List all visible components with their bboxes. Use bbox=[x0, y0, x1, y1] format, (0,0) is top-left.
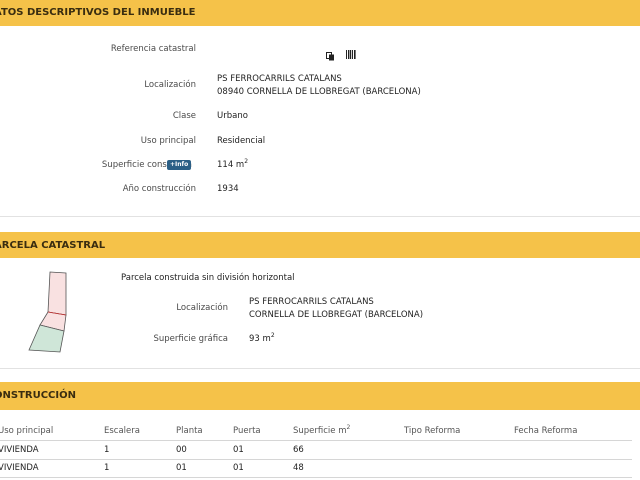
cell-escalera: 1 bbox=[104, 463, 110, 473]
table-row-divider bbox=[0, 440, 632, 441]
parcela-localizacion-label: Localización bbox=[176, 303, 228, 313]
section-title-datos: ATOS DESCRIPTIVOS DEL INMUEBLE bbox=[0, 7, 196, 18]
parcel-plan-image bbox=[20, 270, 80, 360]
cell-planta: 01 bbox=[176, 463, 187, 473]
localizacion-line1: PS FERROCARRILS CATALANS bbox=[217, 74, 342, 84]
parcela-localizacion-line2: CORNELLA DE LLOBREGAT (BARCELONA) bbox=[249, 310, 424, 320]
cell-uso: VIVIENDA bbox=[0, 445, 39, 455]
divider bbox=[0, 216, 640, 217]
localizacion-line2: 08940 CORNELLA DE LLOBREGAT (BARCELONA) bbox=[217, 87, 421, 97]
clase-value: Urbano bbox=[217, 111, 248, 121]
section-header-datos: ATOS DESCRIPTIVOS DEL INMUEBLE bbox=[0, 0, 640, 26]
uso-principal-label: Uso principal bbox=[140, 136, 196, 146]
superficie-construida-value: 114 m2 bbox=[217, 159, 248, 171]
superficie-grafica-value: 93 m2 bbox=[249, 333, 275, 345]
parcela-localizacion-line1: PS FERROCARRILS CATALANS bbox=[249, 297, 374, 307]
cell-superficie: 48 bbox=[293, 463, 304, 473]
anio-construccion-label: Año construcción bbox=[122, 184, 196, 194]
cell-puerta: 01 bbox=[233, 463, 244, 473]
barcode-icon[interactable] bbox=[346, 44, 356, 59]
section-header-construccion: ONSTRUCCIÓN bbox=[0, 382, 640, 410]
superficie-grafica-exponent: 2 bbox=[270, 332, 275, 340]
column-header-superficie-exponent: 2 bbox=[346, 424, 351, 432]
referencia-label: Referencia catastral bbox=[110, 44, 196, 54]
column-header-planta: Planta bbox=[176, 426, 203, 436]
cell-planta: 00 bbox=[176, 445, 187, 455]
uso-principal-value: Residencial bbox=[217, 136, 266, 146]
superficie-construida-exponent: 2 bbox=[244, 158, 249, 166]
column-header-puerta: Puerta bbox=[233, 426, 261, 436]
table-row-divider bbox=[0, 477, 632, 478]
cell-uso: VIVIENDA bbox=[0, 463, 39, 473]
table-row-divider bbox=[0, 459, 632, 460]
column-header-superficie: Superficie m2 bbox=[293, 424, 351, 436]
cell-puerta: 01 bbox=[233, 445, 244, 455]
column-header-uso: Uso principal bbox=[0, 426, 54, 436]
column-header-fecha-reforma: Fecha Reforma bbox=[514, 426, 578, 436]
superficie-grafica-number: 93 m bbox=[249, 334, 271, 344]
copy-icon[interactable] bbox=[326, 46, 335, 61]
superficie-construida-number: 114 m bbox=[217, 160, 245, 170]
column-header-superficie-text: Superficie m bbox=[293, 426, 347, 436]
anio-construccion-value: 1934 bbox=[217, 184, 239, 194]
localizacion-label: Localización bbox=[144, 80, 196, 90]
section-title-parcela: ARCELA CATASTRAL bbox=[0, 240, 106, 251]
clase-label: Clase bbox=[172, 111, 196, 121]
cell-escalera: 1 bbox=[104, 445, 110, 455]
cell-superficie: 66 bbox=[293, 445, 304, 455]
info-button[interactable]: +Info bbox=[167, 160, 192, 170]
column-header-escalera: Escalera bbox=[104, 426, 140, 436]
section-header-parcela: ARCELA CATASTRAL bbox=[0, 232, 640, 258]
column-header-tipo-reforma: Tipo Reforma bbox=[404, 426, 461, 436]
superficie-grafica-label: Superficie gráfica bbox=[153, 334, 228, 344]
section-title-construccion: ONSTRUCCIÓN bbox=[0, 390, 76, 401]
divider bbox=[0, 368, 640, 369]
parcela-descripcion: Parcela construida sin división horizont… bbox=[121, 273, 295, 283]
